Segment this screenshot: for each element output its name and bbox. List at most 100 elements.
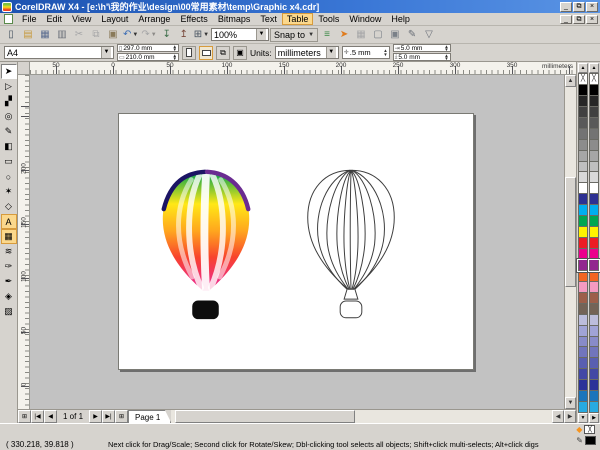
swatch-595fb1[interactable]	[578, 358, 588, 369]
swatch-888bc9[interactable]	[578, 337, 588, 348]
rectangle-tool[interactable]: ▭	[1, 154, 17, 169]
chevron-down-icon[interactable]: ▼	[132, 32, 138, 38]
spinner-arrows-icon[interactable]: ▲▼	[444, 45, 448, 52]
doc-minimize-button[interactable]: _	[560, 15, 572, 24]
balloon-basket[interactable]	[192, 301, 219, 320]
swatch-f49ac1[interactable]	[589, 282, 599, 293]
swatch-a6a6a6[interactable]	[578, 151, 588, 162]
palette-flyout-icon[interactable]: ▶	[589, 413, 599, 423]
scroll-right-icon[interactable]: ▶	[564, 410, 576, 423]
spinner-arrows-icon[interactable]: ▲▼	[444, 54, 448, 61]
pick-tool[interactable]: ➤	[1, 64, 17, 79]
next-page-button[interactable]: ▶	[89, 410, 102, 423]
duplicate-x-spinner[interactable]: ⇥ 5.0 mm ▲▼	[393, 44, 451, 52]
swatch-a0a3d6[interactable]	[589, 326, 599, 337]
previous-page-button[interactable]: ◀	[44, 410, 57, 423]
swatch-bcbddc[interactable]	[589, 315, 599, 326]
swatch-262626[interactable]	[578, 96, 588, 107]
swatch-8c8c8c[interactable]	[589, 140, 599, 151]
swatch-595fb1[interactable]	[589, 358, 599, 369]
save-icon[interactable]: ▦	[37, 27, 53, 42]
units-combo[interactable]: millimeters ▼	[275, 46, 339, 59]
swatch-ed1c24[interactable]	[589, 238, 599, 249]
menu-arrange[interactable]: Arrange	[133, 13, 175, 25]
doc-close-button[interactable]: ×	[586, 15, 598, 24]
page-sorter-icon[interactable]: ▣	[387, 27, 403, 42]
swatch-92278f[interactable]	[589, 260, 599, 271]
spinner-arrows-icon[interactable]: ▲▼	[173, 54, 177, 61]
copy-icon[interactable]: ⧉	[88, 27, 104, 42]
restore-button[interactable]: ⧉	[573, 2, 585, 12]
swatch-none[interactable]	[589, 73, 599, 85]
import-icon[interactable]: ↧	[159, 27, 175, 42]
swatch-27aae1[interactable]	[589, 402, 599, 413]
undo-icon[interactable]: ↶▼	[122, 27, 139, 42]
swatch-000000[interactable]	[589, 85, 599, 96]
menu-edit[interactable]: Edit	[42, 13, 68, 25]
doc-restore-button[interactable]: ⧉	[573, 15, 585, 24]
chevron-down-icon[interactable]: ▼	[256, 29, 266, 40]
swatch-262626[interactable]	[589, 96, 599, 107]
paper-width-spinner[interactable]: ▯ 297.0 mm ▲▼	[117, 44, 179, 52]
swatch-f26522[interactable]	[578, 271, 588, 282]
swatch-737373[interactable]	[578, 129, 588, 140]
swatch-00a651[interactable]	[578, 216, 588, 227]
menu-view[interactable]: View	[67, 13, 96, 25]
swatch-404040[interactable]	[589, 107, 599, 118]
basic-shapes-tool[interactable]: ◇	[1, 199, 17, 214]
swatch-a0a3d6[interactable]	[578, 326, 588, 337]
scroll-up-icon[interactable]: ▲	[565, 75, 576, 87]
table-tool[interactable]: ▦	[1, 229, 17, 244]
swatch-fff200[interactable]	[589, 227, 599, 238]
swatch-9d5e4a[interactable]	[589, 293, 599, 304]
smart-fill-tool[interactable]: ◧	[1, 139, 17, 154]
swatch-ec008c[interactable]	[589, 249, 599, 260]
duplicate-y-spinner[interactable]: ⤓ 5.0 mm ▲▼	[393, 53, 451, 61]
print-icon[interactable]: ▥	[54, 27, 70, 42]
minimize-button[interactable]: _	[560, 2, 572, 12]
close-button[interactable]: ×	[586, 2, 598, 12]
swatch-404040[interactable]	[578, 107, 588, 118]
add-page-button[interactable]: ⊞	[18, 410, 31, 423]
palette-scroll-down-icon[interactable]: ▼	[578, 413, 588, 423]
chevron-down-icon[interactable]: ▼	[101, 47, 111, 58]
menu-table[interactable]: Table	[282, 13, 314, 25]
swatch-bcbddc[interactable]	[578, 315, 588, 326]
swatch-2e3192[interactable]	[578, 194, 588, 205]
interactive-fill-tool[interactable]: ▨	[1, 304, 17, 319]
swatch-00aeef[interactable]	[589, 205, 599, 216]
swatch-595959[interactable]	[578, 118, 588, 129]
swatch-ffffff[interactable]	[578, 183, 588, 194]
swatch-2b3299[interactable]	[578, 380, 588, 391]
chevron-down-icon[interactable]: ▼	[151, 32, 157, 38]
menu-help[interactable]: Help	[386, 13, 415, 25]
palette-scroll-up-icon[interactable]: ▲	[578, 63, 588, 73]
horizontal-ruler[interactable]: millimeters 50050100150200250300350	[18, 62, 576, 75]
snap-to-button[interactable]: Snap to ▼	[270, 28, 318, 42]
menu-file[interactable]: File	[17, 13, 42, 25]
swatch-4248a5[interactable]	[589, 369, 599, 380]
swatch-2e3192[interactable]	[589, 194, 599, 205]
swatch-f49ac1[interactable]	[578, 282, 588, 293]
pen-settings-icon[interactable]: ✎	[404, 27, 420, 42]
outline-color-indicator[interactable]: ✎	[576, 436, 596, 445]
current-page-button[interactable]: ▣	[233, 46, 247, 60]
vertical-scrollbar[interactable]: ▲ ▼	[564, 75, 576, 409]
menu-tools[interactable]: Tools	[313, 13, 344, 25]
ruler-origin[interactable]	[18, 62, 30, 74]
outline-pen-tool[interactable]: ✒	[1, 274, 17, 289]
application-launcher-icon[interactable]: ⊞▼	[193, 27, 210, 42]
add-page-button-2[interactable]: ⊞	[115, 410, 128, 423]
fill-tool[interactable]: ◈	[1, 289, 17, 304]
swatch-a6a6a6[interactable]	[589, 151, 599, 162]
graph-paper-icon[interactable]: ▦	[353, 27, 369, 42]
landscape-button[interactable]	[199, 46, 213, 60]
swatch-888bc9[interactable]	[589, 337, 599, 348]
vertical-scroll-thumb[interactable]	[565, 177, 576, 287]
page-tab[interactable]: Page 1	[128, 410, 171, 423]
export-icon[interactable]: ↥	[176, 27, 192, 42]
swatch-fff200[interactable]	[578, 227, 588, 238]
swatch-2b3299[interactable]	[589, 380, 599, 391]
open-icon[interactable]: ▤	[20, 27, 36, 42]
wireframe-balloon[interactable]	[292, 160, 410, 330]
